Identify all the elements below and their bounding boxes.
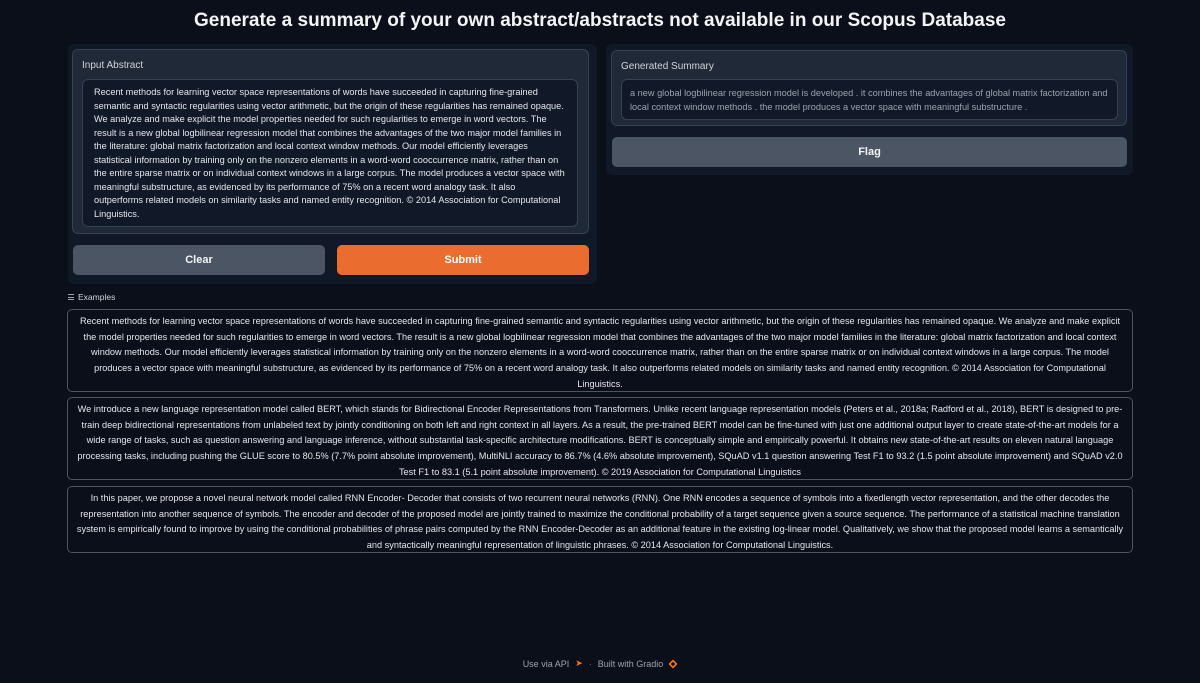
input-abstract-textarea[interactable]: Recent methods for learning vector space… — [82, 79, 578, 227]
input-abstract-block: Input Abstract Recent methods for learni… — [72, 49, 589, 234]
list-icon — [68, 294, 74, 300]
examples-label: Examples — [78, 292, 116, 302]
examples-header: Examples — [68, 292, 115, 302]
clear-button[interactable]: Clear — [73, 245, 325, 275]
generated-summary-block: Generated Summary a new global logbiline… — [611, 50, 1127, 126]
output-panel: Generated Summary a new global logbiline… — [606, 44, 1133, 175]
footer-separator: · — [588, 658, 592, 669]
rocket-icon: ➤ — [575, 658, 583, 668]
submit-button[interactable]: Submit — [337, 245, 589, 275]
example-item[interactable]: In this paper, we propose a novel neural… — [67, 486, 1133, 553]
generated-summary-label: Generated Summary — [621, 61, 714, 72]
flag-button[interactable]: Flag — [612, 137, 1127, 167]
footer: Use via API ➤ · Built with Gradio — [0, 658, 1200, 669]
generated-summary-output[interactable]: a new global logbilinear regression mode… — [621, 79, 1118, 120]
use-via-api-link[interactable]: Use via API — [523, 659, 570, 669]
example-item[interactable]: Recent methods for learning vector space… — [67, 309, 1133, 392]
built-with-gradio-link[interactable]: Built with Gradio — [598, 659, 664, 669]
input-abstract-label: Input Abstract — [82, 60, 144, 71]
page-title: Generate a summary of your own abstract/… — [194, 10, 1006, 31]
input-panel: Input Abstract Recent methods for learni… — [68, 44, 597, 284]
example-item[interactable]: We introduce a new language representati… — [67, 397, 1133, 480]
gradio-logo-icon — [668, 658, 678, 669]
